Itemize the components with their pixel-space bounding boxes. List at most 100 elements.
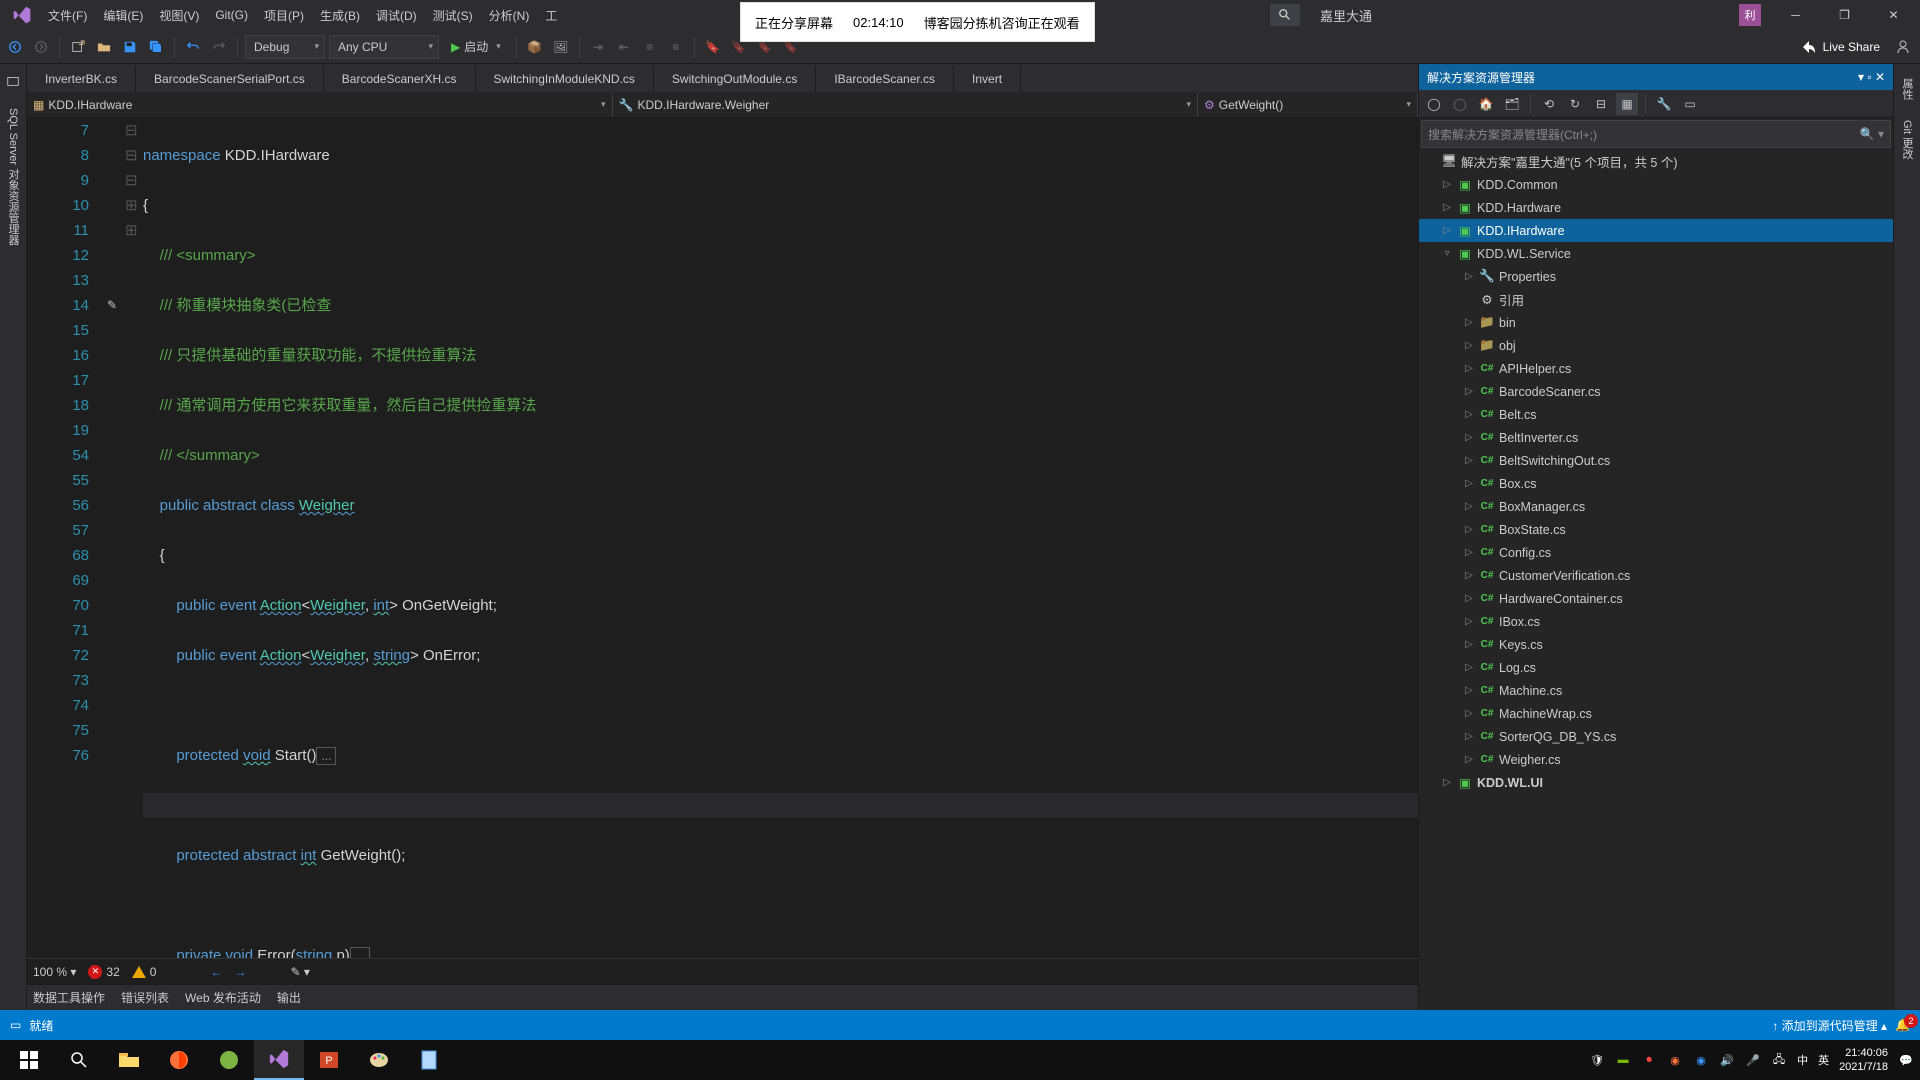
tray-icon[interactable]: ◉ bbox=[1667, 1052, 1683, 1068]
config-combo[interactable]: Debug bbox=[245, 35, 325, 59]
menu-tools[interactable]: 工 bbox=[537, 3, 565, 28]
nav-next-icon[interactable]: → bbox=[234, 965, 246, 979]
tray-clock[interactable]: 21:40:062021/7/18 bbox=[1839, 1046, 1888, 1074]
tree-file[interactable]: ▷C#BeltInverter.cs bbox=[1419, 426, 1893, 449]
file-tab[interactable]: InverterBK.cs bbox=[27, 66, 136, 92]
project-node[interactable]: ▷▣KDD.WL.UI bbox=[1419, 771, 1893, 794]
redo-icon[interactable] bbox=[208, 36, 230, 58]
panel-fwd-icon[interactable]: ◯ bbox=[1449, 93, 1471, 115]
tray-icon[interactable]: ◉ bbox=[1693, 1052, 1709, 1068]
tree-file[interactable]: ▷C#Box.cs bbox=[1419, 472, 1893, 495]
panel-close-icon[interactable]: ✕ bbox=[1875, 70, 1885, 84]
menu-view[interactable]: 视图(V) bbox=[151, 3, 207, 28]
live-share-button[interactable]: Live Share bbox=[1801, 39, 1880, 55]
tray-network-icon[interactable]: 🖧 bbox=[1771, 1052, 1787, 1068]
menu-debug[interactable]: 调试(D) bbox=[368, 3, 425, 28]
project-node[interactable]: ▷▣KDD.Hardware bbox=[1419, 196, 1893, 219]
file-tab[interactable]: SwitchingOutModule.cs bbox=[654, 66, 816, 92]
tray-volume-icon[interactable]: 🔊 bbox=[1719, 1052, 1735, 1068]
tree-file[interactable]: ▷C#BarcodeScaner.cs bbox=[1419, 380, 1893, 403]
nav-fwd-icon[interactable] bbox=[30, 36, 52, 58]
file-tab[interactable]: SwitchingInModuleKND.cs bbox=[476, 66, 654, 92]
nav-member-combo[interactable]: ⚙GetWeight() bbox=[1198, 93, 1418, 117]
panel-showall-icon[interactable]: ▦ bbox=[1616, 93, 1638, 115]
start-button[interactable] bbox=[4, 1040, 54, 1080]
panel-home-icon[interactable]: 🏠 bbox=[1475, 93, 1497, 115]
tb-icon-1[interactable]: 📦 bbox=[524, 36, 546, 58]
user-badge[interactable]: 利 bbox=[1739, 4, 1761, 26]
project-node[interactable]: ▷▣KDD.Common bbox=[1419, 173, 1893, 196]
tree-file[interactable]: ▷C#Machine.cs bbox=[1419, 679, 1893, 702]
tree-file[interactable]: ▷C#APIHelper.cs bbox=[1419, 357, 1893, 380]
tray-icon[interactable]: ⏺ bbox=[1641, 1052, 1657, 1068]
tree-file[interactable]: ▷C#IBox.cs bbox=[1419, 610, 1893, 633]
tb-icon-4[interactable]: ⇤ bbox=[613, 36, 635, 58]
tray-mic-icon[interactable]: 🎤 bbox=[1745, 1052, 1761, 1068]
bottom-tab[interactable]: 输出 bbox=[277, 989, 301, 1006]
file-tab[interactable]: BarcodeScanerXH.cs bbox=[324, 66, 476, 92]
menu-git[interactable]: Git(G) bbox=[207, 4, 256, 26]
file-tab[interactable]: IBarcodeScaner.cs bbox=[816, 66, 954, 92]
code-content[interactable]: namespace KDD.IHardware { /// <summary> … bbox=[143, 118, 1418, 958]
tree-file[interactable]: ▷C#CustomerVerification.cs bbox=[1419, 564, 1893, 587]
project-node[interactable]: ▿▣KDD.WL.Service bbox=[1419, 242, 1893, 265]
panel-title-bar[interactable]: 解决方案资源管理器 ▾ ▫ ✕ bbox=[1419, 64, 1893, 90]
right-tab-properties[interactable]: 属性 bbox=[1899, 78, 1915, 100]
code-editor[interactable]: 7891011121314151617181954555657686970717… bbox=[27, 118, 1418, 958]
tray-ime1[interactable]: 中 bbox=[1797, 1052, 1808, 1068]
task-explorer-icon[interactable] bbox=[104, 1040, 154, 1080]
tray-ime2[interactable]: 英 bbox=[1818, 1052, 1829, 1068]
tree-file[interactable]: ▷C#Keys.cs bbox=[1419, 633, 1893, 656]
tb-icon-6[interactable]: ≡ bbox=[665, 36, 687, 58]
bottom-tab[interactable]: 数据工具操作 bbox=[33, 989, 105, 1006]
file-tab[interactable]: BarcodeScanerSerialPort.cs bbox=[136, 66, 324, 92]
panel-refresh-icon[interactable]: ↻ bbox=[1564, 93, 1586, 115]
minimize-button[interactable]: ─ bbox=[1773, 1, 1818, 29]
solution-node[interactable]: 🖥解决方案"嘉里大通"(5 个项目，共 5 个) bbox=[1419, 150, 1893, 173]
bookmark-icon[interactable]: 🔖 bbox=[702, 36, 724, 58]
new-project-icon[interactable] bbox=[67, 36, 89, 58]
task-app1-icon[interactable] bbox=[204, 1040, 254, 1080]
tree-file[interactable]: ▷C#MachineWrap.cs bbox=[1419, 702, 1893, 725]
tree-file[interactable]: ▷C#BoxState.cs bbox=[1419, 518, 1893, 541]
panel-switch-icon[interactable]: 🗂 bbox=[1501, 93, 1523, 115]
tree-folder[interactable]: ▷📁bin bbox=[1419, 311, 1893, 334]
toolbox-icon[interactable] bbox=[2, 70, 24, 92]
brush-icon[interactable]: ✎ ▾ bbox=[290, 965, 309, 979]
tb-icon-2[interactable]: 🖼 bbox=[550, 36, 572, 58]
right-tab-git[interactable]: Git 更改 bbox=[1899, 120, 1915, 159]
tray-icon[interactable]: ▬ bbox=[1615, 1052, 1631, 1068]
tree-file[interactable]: ▷C#Weigher.cs bbox=[1419, 748, 1893, 771]
menu-build[interactable]: 生成(B) bbox=[312, 3, 368, 28]
tray-icon[interactable]: 🛡 bbox=[1589, 1052, 1605, 1068]
task-firefox-icon[interactable] bbox=[154, 1040, 204, 1080]
panel-back-icon[interactable]: ◯ bbox=[1423, 93, 1445, 115]
menu-analyze[interactable]: 分析(N) bbox=[481, 3, 538, 28]
open-icon[interactable] bbox=[93, 36, 115, 58]
task-notepad-icon[interactable] bbox=[404, 1040, 454, 1080]
save-all-icon[interactable] bbox=[145, 36, 167, 58]
tree-file[interactable]: ▷C#SorterQG_DB_YS.cs bbox=[1419, 725, 1893, 748]
undo-icon[interactable] bbox=[182, 36, 204, 58]
nav-prev-icon[interactable]: ← bbox=[210, 965, 222, 979]
panel-search-input[interactable]: 搜索解决方案资源管理器(Ctrl+;) 🔍 ▾ bbox=[1421, 120, 1891, 148]
platform-combo[interactable]: Any CPU bbox=[329, 35, 439, 59]
nav-back-icon[interactable] bbox=[4, 36, 26, 58]
tree-folder[interactable]: ⚙引用 bbox=[1419, 288, 1893, 311]
tray-notifications-icon[interactable]: 💬 bbox=[1898, 1052, 1914, 1068]
bottom-tab[interactable]: Web 发布活动 bbox=[185, 989, 261, 1006]
panel-preview-icon[interactable]: ▭ bbox=[1679, 93, 1701, 115]
feedback-icon[interactable] bbox=[1892, 36, 1914, 58]
tb-icon-5[interactable]: ≡ bbox=[639, 36, 661, 58]
error-count[interactable]: 32 bbox=[106, 965, 119, 979]
tree-file[interactable]: ▷C#Config.cs bbox=[1419, 541, 1893, 564]
left-tab-sqlserver[interactable]: SQL Server 对象资源管理器 bbox=[5, 108, 21, 245]
menu-project[interactable]: 项目(P) bbox=[256, 3, 312, 28]
task-visualstudio-icon[interactable] bbox=[254, 1040, 304, 1080]
menu-file[interactable]: 文件(F) bbox=[40, 3, 95, 28]
project-node-selected[interactable]: ▷▣KDD.IHardware bbox=[1419, 219, 1893, 242]
save-icon[interactable] bbox=[119, 36, 141, 58]
panel-sync-icon[interactable]: ⟲ bbox=[1538, 93, 1560, 115]
zoom-level[interactable]: 100 % ▾ bbox=[33, 965, 76, 979]
source-control-button[interactable]: ↑ 添加到源代码管理 ▴ bbox=[1772, 1017, 1887, 1034]
